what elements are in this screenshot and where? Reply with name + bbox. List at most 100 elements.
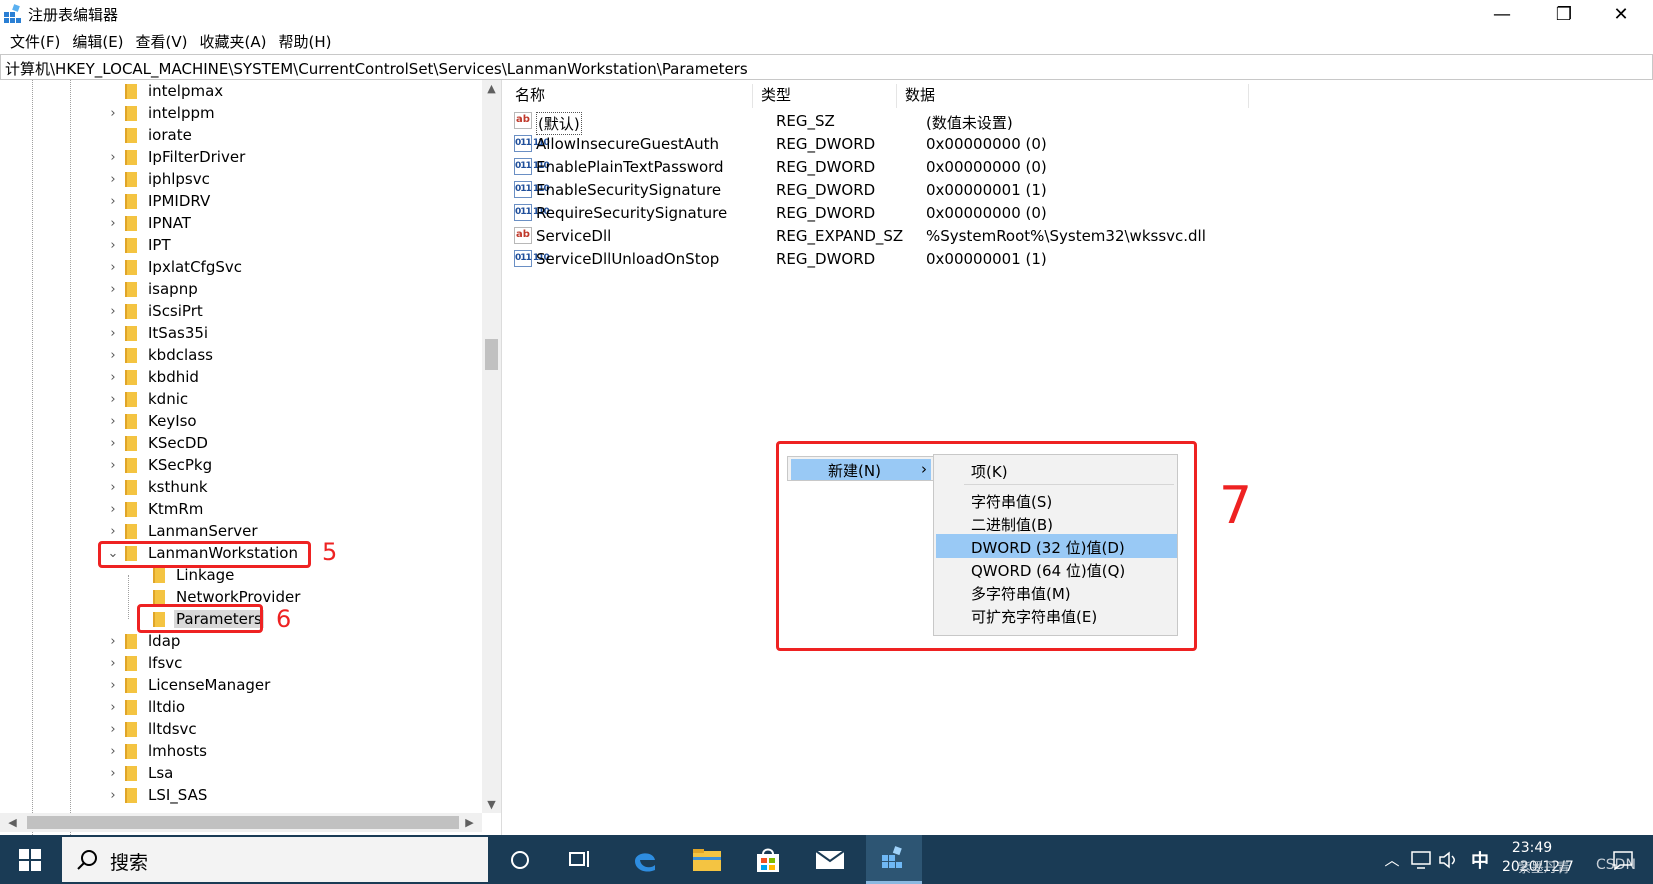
- tree-guide-line: [32, 80, 33, 835]
- tree-item-intelpmax[interactable]: intelpmax: [106, 80, 225, 102]
- start-button[interactable]: [0, 835, 60, 884]
- chevron-right-icon[interactable]: ›: [106, 674, 120, 696]
- tree-item-intelppm[interactable]: › intelppm: [106, 102, 217, 124]
- chevron-right-icon[interactable]: ›: [106, 498, 120, 520]
- tree-item-lsi-sas[interactable]: › LSI_SAS: [106, 784, 209, 806]
- value-row[interactable]: 011 110 RequireSecuritySignature REG_DWORD…: [508, 202, 1308, 226]
- chevron-right-icon[interactable]: ›: [106, 784, 120, 806]
- value-row[interactable]: ab ServiceDll REG_EXPAND_SZ %SystemRoot%\Sy…: [508, 225, 1308, 249]
- tree-item-itsas35i[interactable]: › ItSas35i: [106, 322, 210, 344]
- chevron-right-icon[interactable]: ›: [106, 212, 120, 234]
- tree-item-kbdclass[interactable]: › kbdclass: [106, 344, 215, 366]
- chevron-right-icon[interactable]: ›: [106, 410, 120, 432]
- show-hidden-icons-button[interactable]: ︿: [1380, 835, 1404, 884]
- tree-item-ksecdd[interactable]: › KSecDD: [106, 432, 210, 454]
- address-bar[interactable]: 计算机\HKEY_LOCAL_MACHINE\SYSTEM\CurrentCon…: [0, 54, 1653, 80]
- chevron-right-icon[interactable]: ›: [106, 718, 120, 740]
- scroll-thumb-horizontal[interactable]: [27, 816, 459, 829]
- scroll-right-icon[interactable]: ▶: [461, 813, 478, 832]
- close-button[interactable]: ✕: [1592, 0, 1650, 28]
- volume-tray-button[interactable]: [1436, 835, 1462, 884]
- tree-item-isapnp[interactable]: › isapnp: [106, 278, 200, 300]
- chevron-right-icon[interactable]: ›: [106, 322, 120, 344]
- tree-item-lltdsvc[interactable]: › lltdsvc: [106, 718, 199, 740]
- menu-help[interactable]: 帮助(H): [272, 31, 337, 52]
- tree-item-ipt[interactable]: › IPT: [106, 234, 173, 256]
- tree-item-lmhosts[interactable]: › lmhosts: [106, 740, 209, 762]
- tree-horizontal-scrollbar[interactable]: ◀ ▶: [0, 813, 482, 832]
- tree-item-ksecpkg[interactable]: › KSecPkg: [106, 454, 214, 476]
- task-view-button[interactable]: [556, 835, 606, 884]
- tree-item-keyiso[interactable]: › KeyIso: [106, 410, 199, 432]
- network-tray-button[interactable]: [1408, 835, 1434, 884]
- tree-item-ipmidrv[interactable]: › IPMIDRV: [106, 190, 212, 212]
- scroll-up-icon[interactable]: ▲: [482, 80, 501, 97]
- scroll-down-icon[interactable]: ▼: [482, 796, 501, 813]
- chevron-right-icon[interactable]: ›: [106, 146, 120, 168]
- scroll-thumb[interactable]: [485, 339, 498, 370]
- tree-item-iphlpsvc[interactable]: › iphlpsvc: [106, 168, 212, 190]
- value-row[interactable]: 011 110 EnablePlainTextPassword REG_DWORD 0…: [508, 156, 1308, 180]
- notification-center-button[interactable]: [1598, 835, 1648, 884]
- chevron-right-icon[interactable]: ›: [106, 190, 120, 212]
- tree-item-lfsvc[interactable]: › lfsvc: [106, 652, 184, 674]
- chevron-right-icon[interactable]: ›: [106, 696, 120, 718]
- chevron-right-icon[interactable]: ›: [106, 454, 120, 476]
- chevron-right-icon[interactable]: ›: [106, 300, 120, 322]
- maximize-button[interactable]: ❐: [1535, 0, 1593, 28]
- chevron-right-icon[interactable]: ›: [106, 476, 120, 498]
- chevron-right-icon[interactable]: ›: [106, 432, 120, 454]
- chevron-right-icon[interactable]: ›: [106, 256, 120, 278]
- tree-item-ksthunk[interactable]: › ksthunk: [106, 476, 210, 498]
- tree-item-lanmanserver[interactable]: › LanmanServer: [106, 520, 260, 542]
- menu-edit[interactable]: 编辑(E): [66, 31, 129, 52]
- mail-app-button[interactable]: [805, 835, 855, 884]
- chevron-right-icon[interactable]: ›: [106, 652, 120, 674]
- value-row[interactable]: 011 110 EnableSecuritySignature REG_DWORD 0…: [508, 179, 1308, 203]
- tree-item-lltdio[interactable]: › lltdio: [106, 696, 187, 718]
- chevron-right-icon[interactable]: ›: [106, 366, 120, 388]
- edge-app-button[interactable]: [620, 835, 670, 884]
- tree-item-ipxlatcfgsvc[interactable]: › IpxlatCfgSvc: [106, 256, 244, 278]
- menu-favorites[interactable]: 收藏夹(A): [194, 31, 273, 52]
- chevron-right-icon[interactable]: ›: [106, 234, 120, 256]
- regedit-taskbar-button[interactable]: [866, 835, 922, 884]
- tree-item-ipfilterdriver[interactable]: › IpFilterDriver: [106, 146, 247, 168]
- chevron-right-icon[interactable]: ›: [106, 388, 120, 410]
- scroll-left-icon[interactable]: ◀: [4, 813, 21, 832]
- chevron-right-icon[interactable]: ›: [106, 762, 120, 784]
- tree-vertical-scrollbar[interactable]: ▲ ▼: [482, 80, 501, 813]
- file-explorer-button[interactable]: [682, 835, 732, 884]
- tree-item-iorate[interactable]: iorate: [106, 124, 194, 146]
- minimize-button[interactable]: —: [1473, 0, 1531, 28]
- store-app-button[interactable]: [743, 835, 793, 884]
- chevron-right-icon[interactable]: ›: [106, 102, 120, 124]
- value-row[interactable]: ab (默认) REG_SZ (数值未设置): [508, 110, 1308, 135]
- tree-item-iscsiprt[interactable]: › iScsiPrt: [106, 300, 205, 322]
- chevron-right-icon[interactable]: ›: [106, 630, 120, 652]
- column-header-data[interactable]: 数据: [897, 84, 1249, 108]
- chevron-right-icon[interactable]: ›: [106, 520, 120, 542]
- cortana-button[interactable]: [495, 835, 545, 884]
- tree-item-licensemanager[interactable]: › LicenseManager: [106, 674, 272, 696]
- chevron-right-icon[interactable]: ›: [106, 278, 120, 300]
- chevron-right-icon[interactable]: ›: [106, 168, 120, 190]
- taskbar: 搜索 ︿ 中 23:49 2020/12/7 紫墨丹青 CSDN: [0, 835, 1653, 884]
- tree-item-ktmrm[interactable]: › KtmRm: [106, 498, 205, 520]
- folder-icon: [124, 391, 137, 407]
- chevron-right-icon[interactable]: ›: [106, 740, 120, 762]
- column-header-name[interactable]: 名称: [507, 84, 753, 108]
- tree-item-kdnic[interactable]: › kdnic: [106, 388, 190, 410]
- tree-item-lsa[interactable]: › Lsa: [106, 762, 175, 784]
- ime-indicator[interactable]: 中: [1466, 835, 1494, 884]
- tree-item-kbdhid[interactable]: › kbdhid: [106, 366, 201, 388]
- value-row[interactable]: 011 110 ServiceDllUnloadOnStop REG_DWORD 0x…: [508, 248, 1308, 272]
- chevron-right-icon[interactable]: ›: [106, 344, 120, 366]
- column-header-type[interactable]: 类型: [753, 84, 897, 108]
- menu-file[interactable]: 文件(F): [4, 31, 66, 52]
- value-row[interactable]: 011 110 AllowInsecureGuestAuth REG_DWORD 0x…: [508, 133, 1308, 157]
- taskbar-search-box[interactable]: 搜索: [62, 837, 488, 882]
- tree-item-ipnat[interactable]: › IPNAT: [106, 212, 193, 234]
- tree-item-ldap[interactable]: › ldap: [106, 630, 182, 652]
- menu-view[interactable]: 查看(V): [130, 31, 194, 52]
